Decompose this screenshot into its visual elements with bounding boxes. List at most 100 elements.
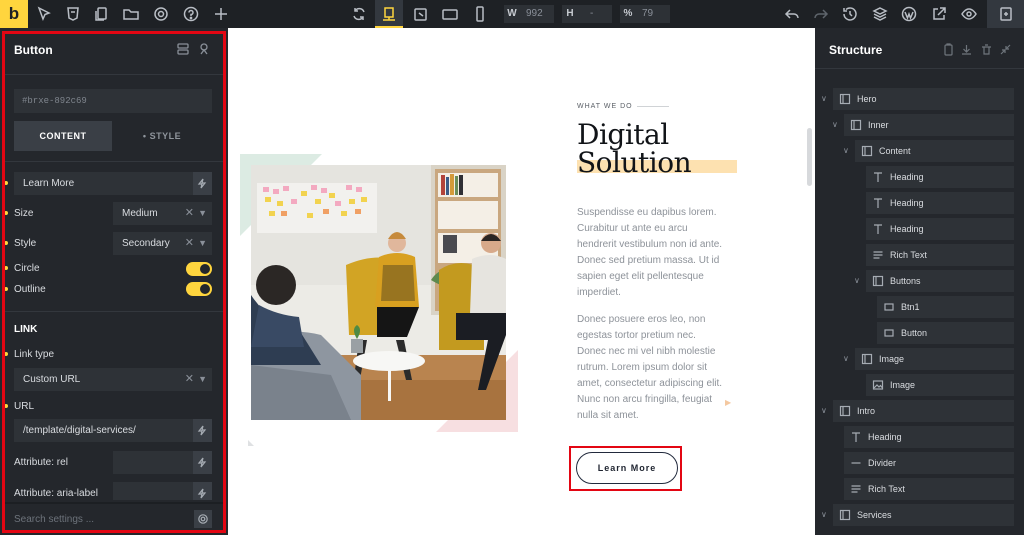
caret-down-icon[interactable]: ∨ — [821, 406, 827, 415]
panel-divider — [3, 161, 225, 162]
toggle-layout-icon[interactable] — [176, 42, 190, 56]
button-text-input[interactable]: Learn More — [14, 172, 194, 195]
structure-item-heading[interactable]: Heading — [866, 192, 1014, 214]
rich-text-paragraph-2[interactable]: Donec posuere eros leo, non egestas tort… — [577, 312, 722, 424]
dynamic-data-button[interactable] — [193, 172, 212, 195]
section-kicker[interactable]: WHAT WE DO — [577, 103, 633, 110]
structure-item-label: Heading — [868, 432, 902, 442]
clear-icon[interactable]: ✕ — [185, 368, 194, 391]
download-icon[interactable] — [960, 43, 973, 56]
url-input[interactable]: /template/digital-services/ — [14, 419, 194, 442]
text-line: imperdiet. — [577, 287, 621, 298]
learn-more-button[interactable]: Learn More — [576, 452, 678, 484]
hero-image[interactable] — [251, 165, 506, 420]
structure-item-heading[interactable]: Heading — [844, 426, 1014, 448]
caret-down-icon[interactable]: ∨ — [821, 510, 827, 519]
structure-item-services[interactable]: Services — [833, 504, 1014, 526]
structure-item-image-container[interactable]: Image — [855, 348, 1014, 370]
structure-item-rich-text[interactable]: Rich Text — [866, 244, 1014, 266]
preview-eye-icon[interactable] — [960, 5, 978, 23]
caret-down-icon[interactable]: ∨ — [832, 120, 838, 129]
attribute-rel-input[interactable] — [113, 451, 194, 474]
caret-down-icon[interactable]: ∨ — [843, 354, 849, 363]
external-link-icon[interactable] — [930, 5, 948, 23]
element-id-field[interactable]: #brxe-892c69 — [14, 89, 212, 113]
plus-icon[interactable] — [212, 5, 230, 23]
structure-item-label: Intro — [857, 406, 876, 416]
changed-indicator — [4, 266, 8, 270]
structure-title: Structure — [829, 43, 883, 57]
redo-icon[interactable] — [812, 5, 830, 23]
structure-item-heading[interactable]: Heading — [866, 218, 1014, 240]
trash-icon[interactable] — [980, 43, 993, 56]
gear-icon — [198, 514, 208, 524]
structure-item-button[interactable]: Button — [877, 322, 1014, 344]
gear-icon[interactable] — [152, 5, 170, 23]
text-line: sapien eget elit pellentesque — [577, 271, 704, 282]
rich-text-icon — [850, 483, 862, 495]
save-button[interactable] — [987, 0, 1024, 28]
bricks-logo[interactable]: b — [0, 0, 28, 28]
attribute-aria-label-input[interactable] — [113, 482, 194, 500]
structure-item-image[interactable]: Image — [866, 374, 1014, 396]
dynamic-data-button[interactable] — [193, 451, 212, 474]
search-settings-input[interactable]: Search settings ... — [14, 514, 94, 525]
tablet-icon[interactable] — [441, 5, 459, 23]
collapse-icon[interactable] — [999, 43, 1012, 56]
kicker-divider — [637, 106, 669, 107]
structure-item-btn1[interactable]: Btn1 — [877, 296, 1014, 318]
caret-down-icon[interactable]: ∨ — [843, 146, 849, 155]
caret-down-icon[interactable]: ∨ — [821, 94, 827, 103]
clear-icon[interactable]: ✕ — [185, 232, 194, 255]
settings-button[interactable] — [194, 510, 212, 528]
refresh-icon[interactable] — [350, 5, 368, 23]
changed-indicator — [4, 241, 8, 245]
height-value: - — [590, 8, 594, 19]
tab-content[interactable]: CONTENT — [14, 121, 112, 151]
structure-item-divider[interactable]: Divider — [844, 452, 1014, 474]
pin-icon[interactable] — [197, 42, 211, 56]
clipboard-icon[interactable] — [942, 43, 955, 56]
changed-indicator — [4, 404, 8, 408]
shield-icon[interactable] — [64, 5, 82, 23]
link-section-title[interactable]: LINK — [14, 324, 37, 335]
structure-item-content[interactable]: Content — [855, 140, 1014, 162]
folder-icon[interactable] — [122, 5, 140, 23]
mobile-icon[interactable] — [471, 5, 489, 23]
structure-item-label: Hero — [857, 94, 877, 104]
rich-text-paragraph-1[interactable]: Suspendisse eu dapibus lorem. Curabitur … — [577, 205, 722, 301]
undo-icon[interactable] — [783, 5, 801, 23]
zoom-field[interactable]: % 79 — [620, 5, 670, 23]
canvas-scrollbar[interactable] — [807, 128, 812, 186]
height-field[interactable]: H- — [562, 5, 612, 23]
size-select[interactable]: Medium ✕ ▼ — [113, 202, 212, 225]
outline-toggle[interactable] — [186, 282, 212, 296]
history-icon[interactable] — [841, 5, 859, 23]
width-field[interactable]: W 992 — [504, 5, 554, 23]
dynamic-data-button[interactable] — [193, 482, 212, 500]
tablet-landscape-icon[interactable] — [412, 5, 430, 23]
help-icon[interactable] — [182, 5, 200, 23]
link-type-select[interactable]: Custom URL ✕ ▼ — [14, 368, 212, 391]
tab-style[interactable]: • STYLE — [112, 121, 212, 151]
structure-item-intro[interactable]: Intro — [833, 400, 1014, 422]
image-icon — [872, 379, 884, 391]
circle-toggle[interactable] — [186, 262, 212, 276]
dynamic-data-button[interactable] — [193, 419, 212, 442]
pages-icon[interactable] — [93, 5, 111, 23]
structure-item-buttons[interactable]: Buttons — [866, 270, 1014, 292]
wordpress-icon[interactable] — [900, 5, 918, 23]
structure-item-rich-text[interactable]: Rich Text — [844, 478, 1014, 500]
lightning-icon — [197, 178, 207, 189]
layers-icon[interactable] — [871, 5, 889, 23]
caret-down-icon[interactable]: ∨ — [854, 276, 860, 285]
structure-item-label: Inner — [868, 120, 889, 130]
structure-item-inner[interactable]: Inner — [844, 114, 1014, 136]
clear-icon[interactable]: ✕ — [185, 202, 194, 225]
pointer-icon[interactable] — [35, 5, 53, 23]
structure-item-hero[interactable]: Hero — [833, 88, 1014, 110]
desktop-breakpoint-button[interactable] — [375, 0, 403, 28]
structure-item-heading[interactable]: Heading — [866, 166, 1014, 188]
style-select[interactable]: Secondary ✕ ▼ — [113, 232, 212, 255]
heading-line-2[interactable]: Solution — [577, 146, 692, 179]
